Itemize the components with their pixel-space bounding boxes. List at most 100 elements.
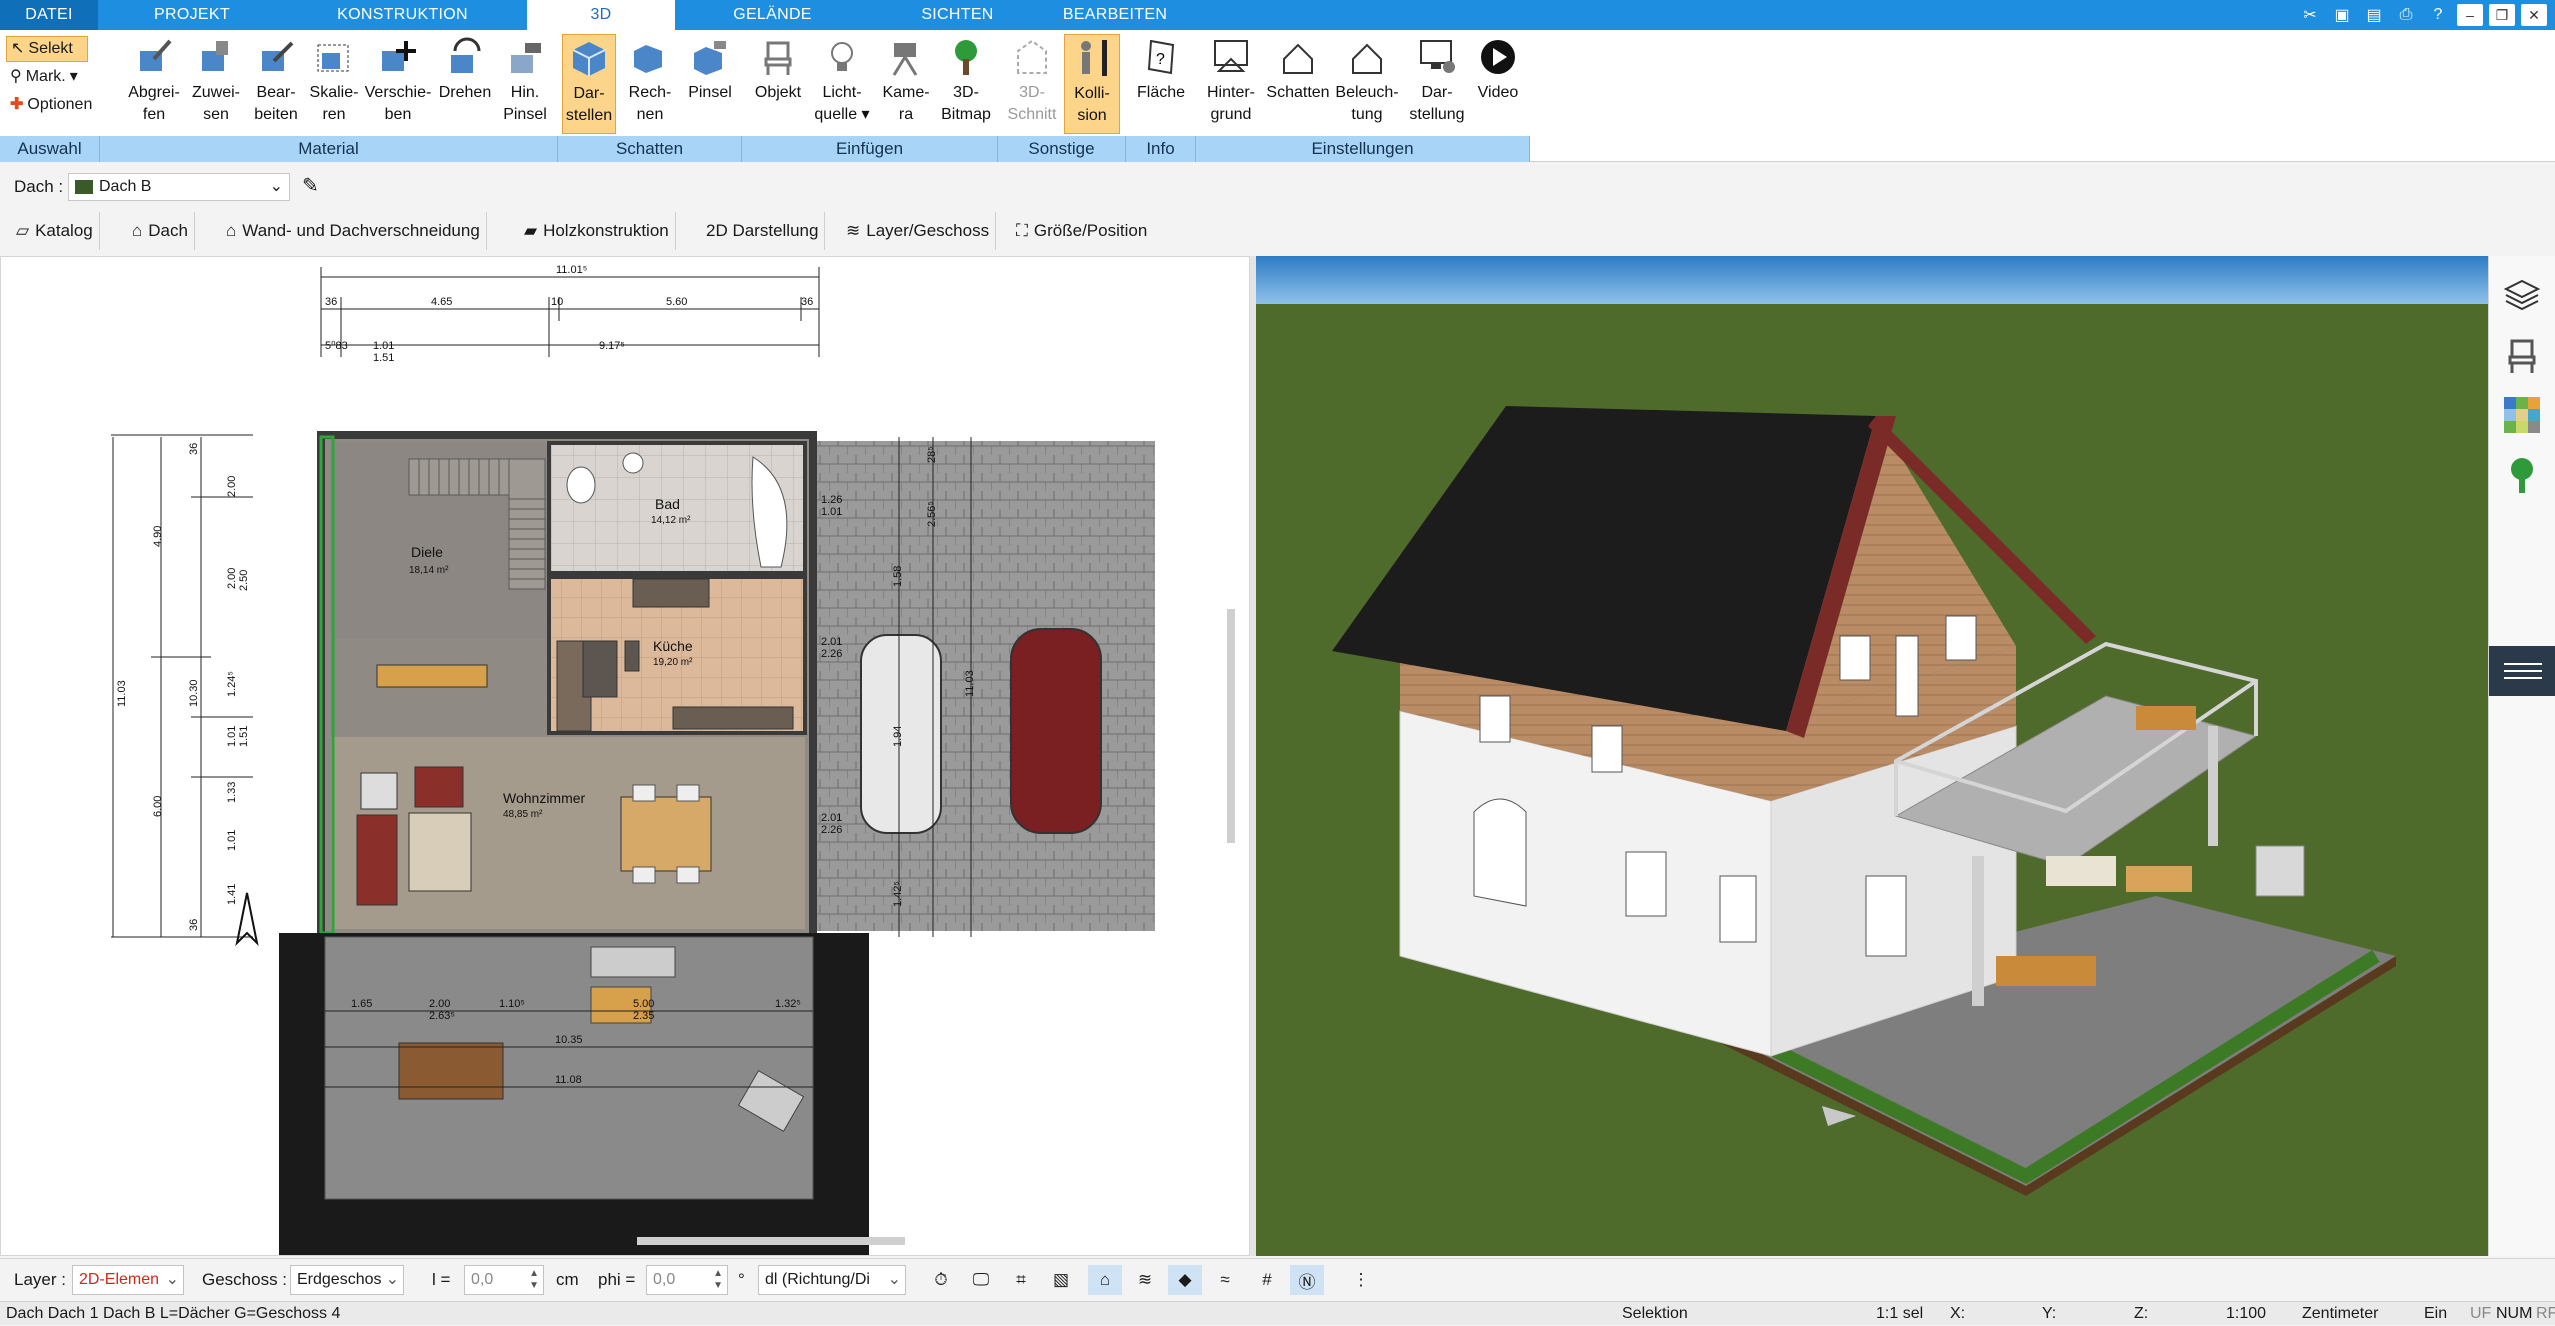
help-icon[interactable]: ? [2425,4,2451,26]
tooltab-2d[interactable]: 2D Darstellung [700,212,826,250]
dim-terrace-8: 10.35 [555,1034,583,1046]
group-label-einstellungen: Einstellungen [1196,136,1530,162]
chair-icon[interactable] [2497,330,2547,380]
status-mode: Selektion [1622,1305,1688,1322]
tree-icon[interactable] [2497,450,2547,500]
dim-left-8: 1.24⁵ [226,671,238,697]
flaeche-button[interactable]: ? Fläche [1132,34,1190,134]
dim-terrace-1: 1.65 [351,998,372,1010]
tooltab-katalog[interactable]: ▱ Katalog [10,212,100,250]
pinsel-button[interactable]: Pinsel [682,34,738,134]
walls-icon[interactable]: ⌗ [1004,1265,1038,1295]
skalieren-button[interactable]: Skalie-ren [304,34,364,134]
layers-icon: ≋ [846,221,861,240]
dim-right-8: 11.03 [964,670,976,697]
north-icon[interactable]: Ⓝ [1290,1265,1324,1295]
tooltab-verschneidung[interactable]: ⌂ Wand- und Dachverschneidung [220,212,487,250]
material-palette-icon[interactable] [2497,390,2547,440]
minimize-button[interactable]: – [2457,4,2483,26]
roof-view-icon[interactable]: ⌂ [1088,1265,1122,1295]
schnitt-button[interactable]: 3D- Schnitt [1002,34,1062,134]
video-button[interactable]: Video [1470,34,1526,134]
dim-left-7: 6.00 [152,796,164,817]
bitmap-button[interactable]: 3D- Bitmap [936,34,996,134]
lichtquelle-button[interactable]: Licht-quelle ▾ [810,34,874,134]
beleuchtung-button[interactable]: Beleuch-tung [1332,34,1402,134]
tooltab-dach[interactable]: ⌂ Dach [126,212,195,250]
surface-icon[interactable]: ≈ [1208,1265,1242,1295]
hinpinsel-button[interactable]: Hin. Pinsel [496,34,554,134]
pencil-icon[interactable]: ✎ [302,173,319,198]
status-ein: Ein [2424,1305,2448,1322]
beleuchtung-label-1: Beleuch- [1335,84,1399,101]
kamera-button[interactable]: Kame-ra [876,34,936,134]
selekt-button[interactable]: ↖ Selekt [6,36,88,62]
beam-icon: ▰ [524,221,538,240]
tools-icon[interactable]: ✂ [2297,4,2323,26]
tooltab-dach-label: Dach [148,221,188,240]
tooltab-layer[interactable]: ≋ Layer/Geschoss [840,212,997,250]
outdoor-table [2126,866,2192,892]
hintergrund-button[interactable]: Hinter-grund [1198,34,1264,134]
menu-icon[interactable] [2489,646,2555,696]
object-select[interactable]: Dach B ⌄ [68,173,290,201]
tooltab-groesse[interactable]: ⛶ Größe/Position [1010,212,1153,250]
room-label-bad: Bad [655,496,680,512]
outdoor-sofa [2046,856,2116,886]
layers-icon[interactable] [2497,270,2547,320]
tooltab-verschneidung-label: Wand- und Dachverschneidung [242,221,480,240]
spinner-icon[interactable]: ▲ ▼ [713,1268,723,1292]
selekt-label: Selekt [28,40,73,57]
bearbeiten-label-1: Bear- [256,84,296,101]
tab-bearbeiten[interactable]: BEARBEITEN [1055,0,1175,30]
rechnen-button[interactable]: Rech-nen [622,34,678,134]
drehen-button[interactable]: Drehen [434,34,496,134]
tab-sichten[interactable]: SICHTEN [905,0,1010,30]
mark-button[interactable]: ⚲ Mark. ▾ [6,64,82,90]
abgreifen-label-1: Abgrei- [128,84,180,101]
verschieben-button[interactable]: Verschie-ben [362,34,434,134]
plan-vertical-scrollbar[interactable] [1227,609,1235,843]
layer-select[interactable]: 2D-Elemen ⌄ [72,1265,184,1295]
tab-gelaende[interactable]: GELÄNDE [720,0,825,30]
restore-button[interactable]: ❐ [2489,4,2515,26]
room-area-wohnzimmer: 48,85 m² [503,809,543,820]
plan-horizontal-scrollbar[interactable] [637,1237,905,1245]
direction-select[interactable]: dl (Richtung/Di ⌄ [758,1265,906,1295]
roof-icon [75,180,93,194]
objekt-button[interactable]: Objekt [748,34,808,134]
close-button[interactable]: ✕ [2521,4,2547,26]
darstellung-button[interactable]: Dar-stellung [1402,34,1472,134]
darstellen-button[interactable]: Dar-stellen [562,34,616,134]
grid-icon[interactable]: # [1250,1265,1284,1295]
tab-projekt[interactable]: PROJEKT [140,0,244,30]
schatten-button[interactable]: Schatten [1262,34,1334,134]
bearbeiten-button[interactable]: Bear-beiten [246,34,306,134]
save-icon[interactable]: ▤ [2361,4,2387,26]
phi-input[interactable]: 0,0 ▲ ▼ [646,1265,728,1295]
folder-icon[interactable]: ▣ [2329,4,2355,26]
skalieren-label-2: ren [322,106,346,123]
more-icon[interactable]: ⋮ [1344,1265,1378,1295]
tooltab-holzkonstruktion[interactable]: ▰ Holzkonstruktion [518,212,676,250]
3d-view[interactable] [1256,256,2488,1256]
clock-icon[interactable]: ⏱ [924,1265,958,1295]
geschoss-select[interactable]: Erdgeschos ⌄ [290,1265,404,1295]
object-row: Dach : Dach B ⌄ ✎ [0,165,1250,205]
abgreifen-button[interactable]: Abgrei-fen [124,34,184,134]
monitor-icon[interactable]: 🖵 [964,1265,998,1295]
print-icon[interactable]: ⎙ [2393,4,2419,26]
kollision-button[interactable]: Kolli-sion [1064,34,1120,134]
floor-plan-view[interactable]: 11.01⁵ 36 4.65 10 5.60 36 5⁰83 1.01 1.51… [0,256,1250,1256]
optionen-button[interactable]: ✚ Optionen [6,92,96,118]
plane-icon[interactable]: ◆ [1168,1265,1202,1295]
tab-datei[interactable]: DATEI [0,0,98,30]
spinner-icon[interactable]: ▲ ▼ [529,1268,539,1292]
tab-3d[interactable]: 3D [527,0,675,30]
zuweisen-button[interactable]: Zuwei-sen [186,34,246,134]
hatch-icon[interactable]: ≋ [1128,1265,1162,1295]
tab-konstruktion[interactable]: KONSTRUKTION [325,0,480,30]
bottom-toolbar: Layer : 2D-Elemen ⌄ Geschoss : Erdgeschos… [0,1258,2555,1300]
3d-object-icon[interactable]: ▧ [1044,1265,1078,1295]
length-input[interactable]: 0,0 ▲ ▼ [464,1265,544,1295]
